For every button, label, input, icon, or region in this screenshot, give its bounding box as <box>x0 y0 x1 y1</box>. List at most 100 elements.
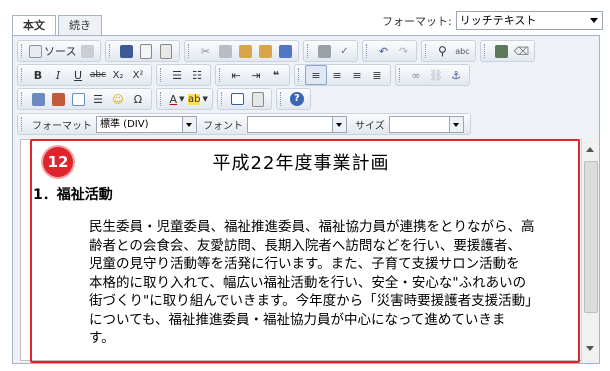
chevron-down-icon <box>332 116 346 132</box>
preview-button[interactable] <box>156 42 176 60</box>
grip-icon <box>220 92 225 106</box>
align-center-button[interactable]: ≡ <box>327 66 347 84</box>
anchor-button[interactable]: ⚓ <box>446 66 466 84</box>
unlink-button[interactable]: ⛓ <box>426 66 446 84</box>
anchor-icon: ⚓ <box>451 68 461 82</box>
help-button[interactable]: ? <box>287 90 307 108</box>
chevron-down-icon: ▼ <box>202 95 208 103</box>
outdent-button[interactable]: ⇤ <box>226 66 246 84</box>
annotation-highlight-box <box>30 139 580 363</box>
vertical-scrollbar[interactable] <box>581 139 599 359</box>
align-center-icon: ≡ <box>332 68 342 82</box>
toolbar-group-basic-styles: B I U abc X₂ X² <box>17 64 152 86</box>
grip-icon <box>21 44 25 58</box>
background-color-button[interactable]: ab ▼ <box>187 90 209 108</box>
grip-icon <box>188 44 192 58</box>
save-button[interactable] <box>116 42 136 60</box>
bulleted-list-button[interactable]: ☷ <box>187 66 207 84</box>
horizontal-rule-icon: ☰ <box>93 92 103 106</box>
superscript-button[interactable]: X² <box>128 66 148 84</box>
copy-icon <box>218 44 232 58</box>
bold-button[interactable]: B <box>28 66 48 84</box>
font-combo[interactable] <box>247 115 347 133</box>
toolbar-group-colors: A ▼ ab ▼ <box>156 88 213 110</box>
spellcheck-icon: ✓ <box>340 45 349 57</box>
italic-button[interactable]: I <box>48 66 68 84</box>
scroll-up-icon[interactable] <box>586 147 594 152</box>
align-left-button[interactable]: ≡ <box>305 65 327 85</box>
strikethrough-button[interactable]: abc <box>88 66 108 84</box>
flash-button[interactable] <box>48 90 68 108</box>
find-button[interactable]: ⚲ <box>432 42 452 60</box>
copy-format-button[interactable] <box>77 42 97 60</box>
select-all-icon <box>494 44 508 58</box>
subscript-button[interactable]: X₂ <box>108 66 128 84</box>
tab-continued[interactable]: 続き <box>58 15 102 36</box>
undo-button[interactable]: ↶ <box>373 42 393 60</box>
paste-word-button[interactable] <box>275 42 295 60</box>
format-dropdown-value: リッチテキスト <box>459 14 537 27</box>
grip-icon <box>298 68 302 82</box>
special-char-button[interactable]: Ω <box>128 90 148 108</box>
toolbar-group-clipboard: ✂ <box>184 40 300 62</box>
print-button[interactable] <box>314 42 334 60</box>
align-right-button[interactable]: ≡ <box>347 66 367 84</box>
flash-icon <box>51 92 65 106</box>
grip-icon <box>21 68 25 82</box>
table-button[interactable] <box>68 90 88 108</box>
format-dropdown[interactable]: リッチテキスト <box>455 11 603 30</box>
new-page-icon <box>140 43 153 59</box>
maximize-button[interactable] <box>228 90 248 108</box>
grip-icon <box>160 92 164 106</box>
paste-text-button[interactable] <box>255 42 275 60</box>
text-color-button[interactable]: A ▼ <box>167 90 187 108</box>
paste-word-icon <box>278 44 292 58</box>
tab-body[interactable]: 本文 <box>12 15 56 37</box>
new-page-button[interactable] <box>136 42 156 60</box>
blockquote-button[interactable]: ❝ <box>266 66 286 84</box>
scroll-down-icon[interactable] <box>586 346 594 351</box>
numbered-list-icon: ☰ <box>172 68 182 82</box>
link-button[interactable]: ∞ <box>406 66 426 84</box>
image-button[interactable] <box>28 90 48 108</box>
size-combo-label: サイズ <box>355 120 385 132</box>
align-justify-button[interactable]: ≣ <box>367 66 387 84</box>
size-combo[interactable] <box>388 115 464 133</box>
text-color-icon: A <box>169 92 178 106</box>
cut-button[interactable]: ✂ <box>195 42 215 60</box>
redo-button[interactable]: ↷ <box>393 42 413 60</box>
select-all-button[interactable] <box>491 42 511 60</box>
source-button[interactable]: ソース <box>28 42 77 60</box>
printer-icon <box>317 44 331 58</box>
eraser-icon: ⌫ <box>513 44 530 58</box>
grip-icon <box>21 117 25 131</box>
replace-button[interactable]: abc <box>452 42 472 60</box>
format-combo[interactable]: 標準 (DIV) <box>96 115 197 133</box>
horizontal-rule-button[interactable]: ☰ <box>88 90 108 108</box>
remove-format-button[interactable]: ⌫ <box>511 42 531 60</box>
spellcheck-button[interactable]: ✓ <box>334 42 354 60</box>
toolbar-group-indent: ⇤ ⇥ ❝ <box>215 64 290 86</box>
quote-icon: ❝ <box>272 68 280 82</box>
show-blocks-button[interactable] <box>248 90 268 108</box>
grip-icon <box>219 68 223 82</box>
chevron-down-icon: ▼ <box>179 95 185 103</box>
smiley-icon: ☺ <box>112 92 124 106</box>
save-icon <box>119 44 133 58</box>
background-color-icon: ab <box>188 93 201 105</box>
toolbar-group-find: ⚲ abc <box>421 40 477 62</box>
format-selector: フォーマット: リッチテキスト <box>382 11 603 30</box>
font-combo-label: フォント <box>203 120 243 132</box>
help-icon: ? <box>289 92 304 106</box>
copy-button[interactable] <box>215 42 235 60</box>
scroll-thumb[interactable] <box>584 161 598 313</box>
indent-button[interactable]: ⇥ <box>246 66 266 84</box>
toolbar-group-help: ? <box>275 88 311 110</box>
numbered-list-button[interactable]: ☰ <box>167 66 187 84</box>
format-label: フォーマット: <box>382 14 452 28</box>
underline-button[interactable]: U <box>68 66 88 84</box>
smiley-button[interactable]: ☺ <box>108 90 128 108</box>
paste-button[interactable] <box>235 42 255 60</box>
format-combo-value: 標準 (DIV) <box>100 118 149 130</box>
align-left-icon: ≡ <box>311 68 321 82</box>
